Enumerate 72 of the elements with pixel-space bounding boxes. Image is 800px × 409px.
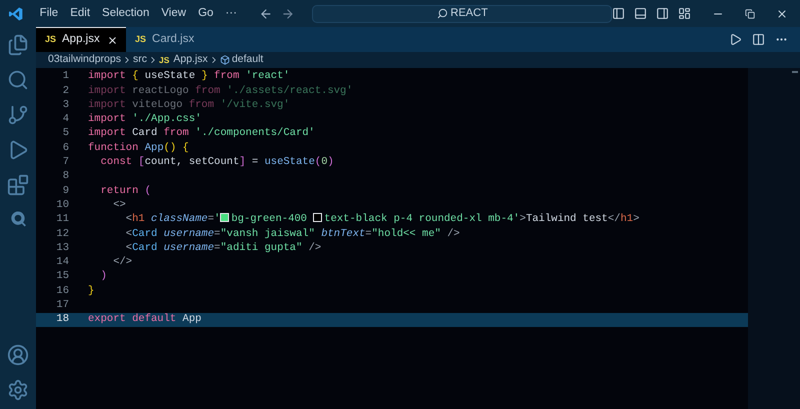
- search-icon[interactable]: [7, 69, 29, 91]
- breadcrumb-item[interactable]: App.jsx: [173, 52, 208, 68]
- account-icon[interactable]: [7, 344, 29, 366]
- line-number: 8: [62, 169, 69, 184]
- line-number: 2: [62, 84, 69, 99]
- line-number: 1: [62, 69, 69, 84]
- line-number: 15: [55, 269, 69, 284]
- menu-item[interactable]: Selection: [96, 4, 156, 22]
- menu-item[interactable]: ···: [219, 4, 243, 22]
- code-line: <>: [112, 198, 126, 213]
- line-number: 9: [62, 184, 69, 199]
- line-number: 11: [55, 212, 69, 228]
- code-line: return (: [100, 184, 152, 199]
- line-number: 12: [55, 226, 69, 242]
- restore-icon[interactable]: [745, 8, 755, 18]
- line-number: 7: [62, 155, 69, 170]
- line-number: 3: [62, 98, 69, 113]
- menu-item[interactable]: Go: [192, 4, 220, 22]
- code-line: </>: [112, 255, 132, 270]
- menu-item[interactable]: Edit: [64, 4, 96, 22]
- layout-icon[interactable]: [678, 7, 691, 20]
- editor-tab[interactable]: JS App.jsx: [36, 27, 126, 52]
- secondary-sidebar-icon[interactable]: [656, 7, 669, 20]
- split-editor-icon[interactable]: [752, 33, 765, 46]
- search-field[interactable]: REACT: [312, 4, 612, 22]
- line-number: 17: [55, 298, 69, 314]
- line-number: 5: [62, 126, 69, 142]
- js-label: JS: [158, 54, 170, 66]
- breadcrumb-item[interactable]: src: [132, 52, 147, 68]
- line-number: 16: [55, 284, 69, 299]
- code-line: import { useState } from 'react': [88, 69, 290, 84]
- menu-item[interactable]: View: [155, 4, 192, 22]
- breadcrumb-item[interactable]: default: [232, 52, 264, 68]
- close-icon[interactable]: [776, 8, 788, 20]
- files-icon[interactable]: [7, 34, 29, 56]
- editor-tab[interactable]: JS Card.jsx: [126, 27, 204, 52]
- code-line: <Card username="aditi gupta" />: [124, 240, 322, 256]
- code-line: import './App.css': [88, 112, 202, 127]
- sidebar-toggle-icon[interactable]: [612, 7, 625, 20]
- line-number: 10: [55, 198, 69, 213]
- code-line: const [count, setCount] = useState(0): [100, 155, 334, 170]
- code-line: <h1 className=' bg-green-400 text-black p-4 rounded-xl mb-4'>Tailwind test</h1>: [124, 212, 640, 228]
- forward-icon[interactable]: [280, 6, 294, 20]
- logo-icon: [8, 6, 24, 22]
- run-icon[interactable]: [729, 33, 742, 46]
- branch-icon[interactable]: [7, 104, 29, 126]
- panel-toggle-icon[interactable]: [634, 7, 647, 20]
- line-number: 13: [55, 240, 69, 256]
- code-line: import reactLogo from './assets/react.svg': [88, 84, 353, 99]
- code-line: ): [100, 269, 107, 284]
- extensions-icon[interactable]: [7, 174, 29, 196]
- search-icon: [436, 8, 448, 19]
- line-number: 6: [62, 140, 69, 156]
- line-number: 4: [62, 112, 69, 128]
- symbol-icon: [220, 55, 230, 65]
- js-label: JS: [45, 33, 56, 46]
- code-line: import viteLogo from '/vite.svg': [88, 98, 290, 113]
- back-icon[interactable]: [258, 6, 273, 20]
- breadcrumb-item[interactable]: 03tailwindprops: [48, 52, 121, 68]
- code-line: import Card from './components/Card': [88, 126, 315, 142]
- code-line: <Card username="vansh jaiswal" btnText="hold<< me" />: [124, 226, 460, 242]
- code-line: export default App: [88, 312, 202, 328]
- js-label: JS: [135, 32, 146, 46]
- tab-label: App.jsx: [62, 32, 100, 48]
- close-icon[interactable]: [107, 34, 118, 46]
- code-line: }: [88, 284, 94, 299]
- tab-label: Card.jsx: [152, 32, 194, 47]
- line-number: 18: [55, 312, 69, 328]
- menu-item[interactable]: File: [34, 4, 64, 22]
- line-number: 14: [55, 255, 69, 270]
- settings-icon[interactable]: [7, 379, 29, 401]
- code-line: function App() {: [88, 140, 189, 156]
